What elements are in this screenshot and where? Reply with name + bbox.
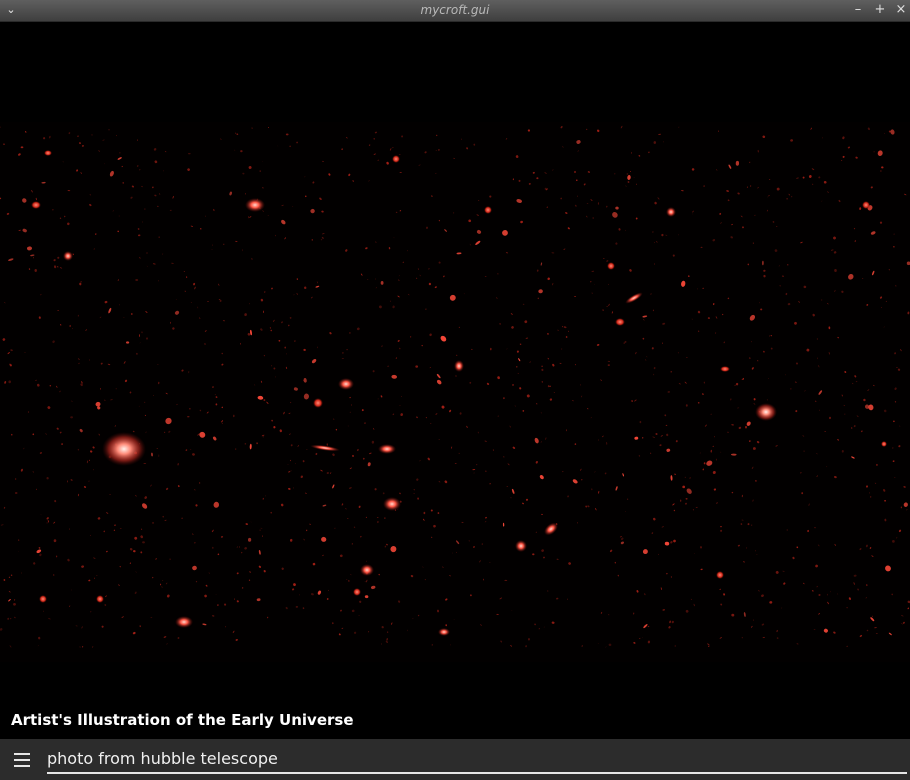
faint-galaxy bbox=[536, 177, 539, 180]
galaxy bbox=[378, 444, 396, 454]
query-input[interactable] bbox=[47, 744, 907, 774]
title-bar[interactable]: ⌄ mycroft.gui – + × bbox=[0, 0, 910, 22]
space-image bbox=[0, 122, 910, 662]
faint-galaxy bbox=[386, 631, 389, 633]
galaxy-large bbox=[102, 432, 146, 466]
faint-galaxy bbox=[14, 492, 18, 494]
faint-galaxy bbox=[893, 420, 895, 423]
galaxy bbox=[454, 360, 464, 372]
window-title: mycroft.gui bbox=[420, 3, 490, 17]
faint-galaxy bbox=[186, 276, 188, 278]
galaxy bbox=[755, 403, 777, 421]
close-icon[interactable]: × bbox=[893, 2, 909, 18]
galaxy bbox=[392, 155, 400, 163]
faint-galaxy bbox=[187, 153, 191, 155]
bottom-bar bbox=[0, 739, 910, 780]
faint-galaxy bbox=[137, 139, 138, 141]
hamburger-menu-icon[interactable] bbox=[14, 753, 31, 767]
galaxy bbox=[39, 595, 47, 603]
maximize-icon[interactable]: + bbox=[872, 2, 888, 18]
galaxy bbox=[383, 497, 401, 511]
app-window: ⌄ mycroft.gui – + × Artist's Illustratio… bbox=[0, 0, 910, 780]
galaxy bbox=[716, 571, 724, 579]
image-caption: Artist's Illustration of the Early Unive… bbox=[11, 711, 354, 729]
galaxy bbox=[438, 628, 450, 636]
galaxy bbox=[615, 318, 625, 326]
faint-galaxy bbox=[160, 583, 162, 586]
minimize-icon[interactable]: – bbox=[850, 2, 866, 18]
galaxy bbox=[862, 201, 870, 209]
faint-galaxy bbox=[685, 404, 688, 407]
faint-galaxy bbox=[541, 365, 543, 367]
galaxy bbox=[720, 366, 730, 372]
galaxy bbox=[881, 441, 887, 447]
content-area: Artist's Illustration of the Early Unive… bbox=[0, 22, 910, 739]
galaxy bbox=[44, 150, 52, 156]
galaxy bbox=[515, 540, 527, 552]
galaxy bbox=[666, 207, 676, 217]
galaxy bbox=[31, 201, 41, 209]
faint-galaxy bbox=[654, 263, 655, 265]
galaxy bbox=[360, 564, 374, 576]
galaxy bbox=[175, 616, 193, 628]
galaxy bbox=[607, 262, 615, 270]
galaxy bbox=[313, 398, 323, 408]
galaxy bbox=[245, 198, 265, 212]
galaxy bbox=[96, 595, 104, 603]
galaxy bbox=[338, 378, 354, 390]
galaxy bbox=[63, 251, 73, 261]
galaxy bbox=[484, 206, 492, 214]
galaxy bbox=[353, 588, 361, 596]
